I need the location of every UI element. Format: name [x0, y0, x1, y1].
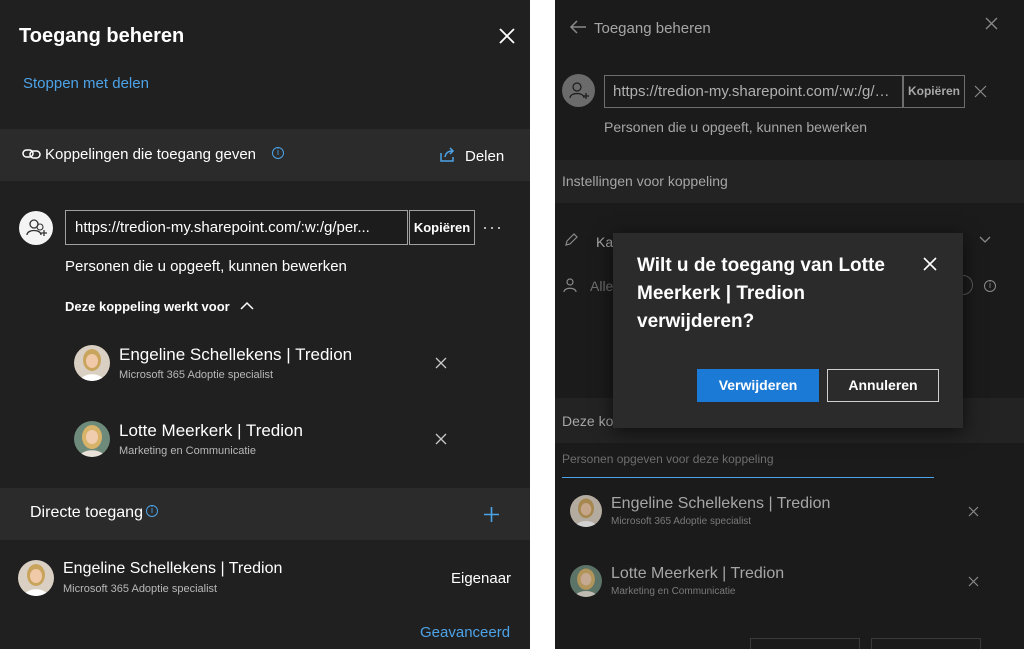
owner-name: Engeline Schellekens | Tredion — [63, 560, 283, 577]
link-for-label: Deze ko — [562, 413, 614, 429]
person-name: Engeline Schellekens | Tredion — [611, 495, 831, 512]
remove-button[interactable]: Verwijderen — [697, 369, 819, 402]
remove-access-icon[interactable] — [968, 506, 979, 517]
panel-title: Toegang beheren — [19, 25, 185, 47]
people-icon — [26, 219, 47, 236]
remove-access-icon[interactable] — [435, 433, 447, 445]
pencil-icon — [565, 233, 578, 246]
owner-role: Microsoft 365 Adoptie specialist — [63, 583, 218, 595]
avatar — [74, 421, 110, 457]
works-for-toggle[interactable]: Deze koppeling werkt voor — [65, 299, 230, 314]
advanced-link[interactable]: Geavanceerd — [420, 624, 510, 641]
link-url-field[interactable]: https://tredion-my.sharepoint.com/:w:/g/… — [65, 210, 408, 245]
edit-option-label[interactable]: Ka — [596, 234, 613, 250]
info-icon[interactable]: i — [272, 147, 284, 159]
person-role: Microsoft 365 Adoptie specialist — [119, 369, 274, 381]
avatar — [18, 560, 54, 596]
stop-sharing-link[interactable]: Stoppen met delen — [23, 75, 149, 92]
footer-button[interactable] — [750, 638, 860, 649]
close-icon[interactable] — [985, 17, 998, 30]
cancel-button[interactable]: Annuleren — [827, 369, 939, 402]
add-people-input[interactable]: Personen opgeven voor deze koppeling — [562, 450, 934, 478]
avatar — [74, 345, 110, 381]
copy-button[interactable]: Kopiëren — [903, 75, 965, 108]
person-role: Marketing en Communicatie — [119, 445, 256, 457]
info-icon[interactable]: i — [984, 280, 996, 292]
access-level-dropdown[interactable]: Eigenaar — [451, 570, 511, 587]
person-role: Marketing en Communicatie — [611, 586, 736, 597]
back-arrow-icon[interactable] — [569, 19, 587, 35]
people-icon — [569, 82, 589, 99]
allow-option-label: Alle — [590, 278, 614, 294]
person-name: Lotte Meerkerk | Tredion — [119, 421, 303, 440]
dialog-title: Wilt u de toegang van Lotte Meerkerk | T… — [637, 255, 885, 332]
share-icon[interactable] — [438, 146, 456, 164]
permission-text: Personen die u opgeeft, kunnen bewerken — [604, 119, 868, 135]
person-name: Lotte Meerkerk | Tredion — [611, 565, 785, 582]
chevron-up-icon[interactable] — [240, 301, 254, 311]
copy-button[interactable]: Kopiëren — [409, 210, 475, 245]
people-avatar — [562, 74, 595, 107]
remove-access-icon[interactable] — [968, 576, 979, 587]
link-url-field[interactable]: https://tredion-my.sharepoint.com/:w:/g/… — [604, 75, 903, 108]
plus-icon[interactable] — [483, 506, 500, 523]
close-icon[interactable] — [974, 85, 987, 98]
remove-access-dialog: Wilt u de toegang van Lotte Meerkerk | T… — [613, 233, 963, 428]
remove-access-icon[interactable] — [435, 357, 447, 369]
direct-access-label: Directe toegang — [30, 504, 143, 521]
links-section-label: Koppelingen die toegang geven — [45, 146, 257, 163]
more-options-button[interactable]: ··· — [482, 217, 503, 238]
avatar — [570, 495, 602, 527]
chevron-down-icon[interactable] — [979, 236, 991, 244]
settings-label: Instellingen voor koppeling — [562, 173, 728, 189]
footer-button[interactable] — [871, 638, 981, 649]
panel-title: Toegang beheren — [594, 20, 711, 37]
share-button[interactable]: Delen — [465, 148, 504, 165]
close-icon[interactable] — [923, 257, 937, 271]
info-icon[interactable]: i — [146, 505, 158, 517]
people-avatar — [19, 211, 53, 245]
permission-text: Personen die u opgeeft, kunnen bewerken — [65, 258, 347, 275]
person-role: Microsoft 365 Adoptie specialist — [611, 516, 752, 527]
person-icon — [563, 278, 577, 293]
avatar — [570, 565, 602, 597]
close-icon[interactable] — [496, 25, 518, 47]
manage-access-panel: Toegang beheren Stoppen met delen Koppel… — [0, 0, 530, 649]
link-icon — [22, 149, 41, 159]
person-name: Engeline Schellekens | Tredion — [119, 345, 353, 364]
